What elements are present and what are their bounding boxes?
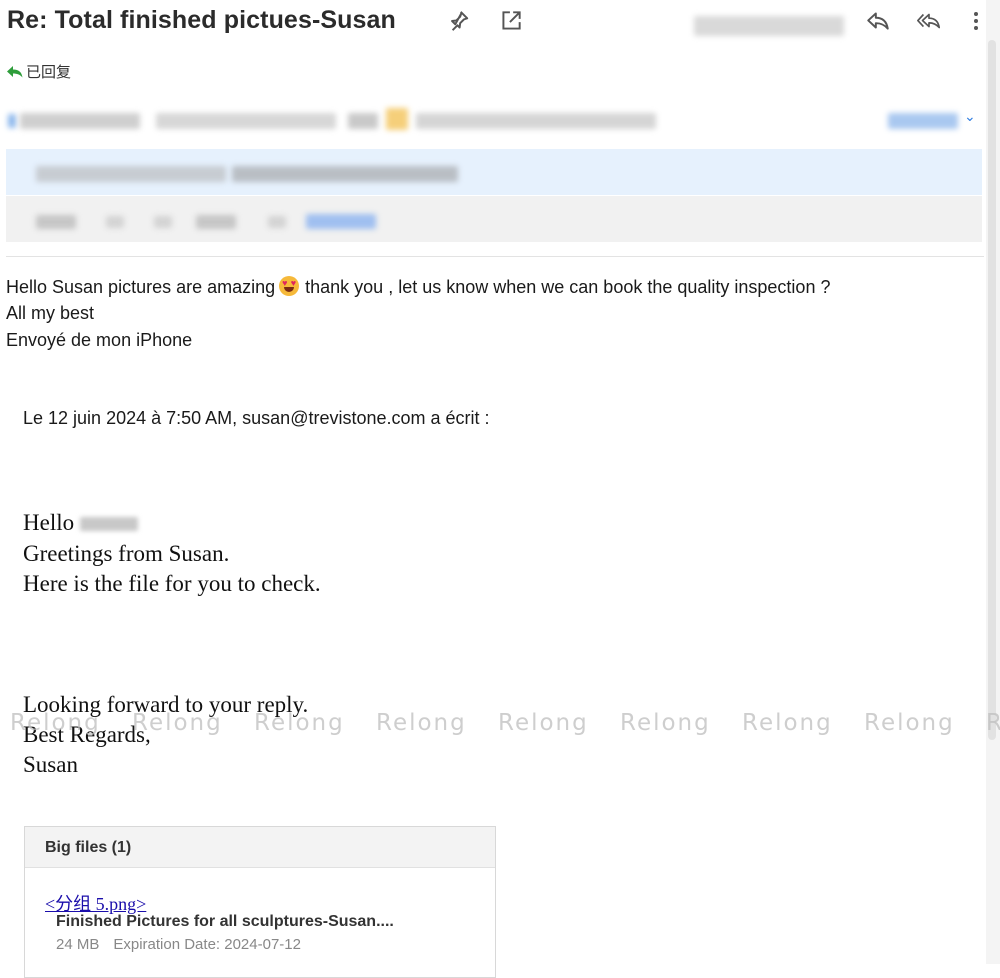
message-line-2: All my best [6, 303, 95, 323]
blurred-meta [106, 216, 124, 228]
replied-status: 已回复 [7, 61, 71, 82]
quoted-line-3: Here is the file for you to check. [23, 571, 321, 596]
attachment-meta: 24 MB Expiration Date: 2024-07-12 [56, 936, 301, 953]
reply-arrow-icon [7, 65, 23, 77]
blurred-meta [268, 216, 286, 228]
blurred-meta-link[interactable] [306, 214, 376, 229]
message-line-1: Hello Susan pictures are amazingthank yo… [6, 276, 830, 298]
blurred-to-list [232, 166, 458, 182]
attachment-file-name[interactable]: Finished Pictures for all sculptures-Sus… [56, 913, 394, 931]
quoted-line-2: Greetings from Susan. [23, 541, 230, 566]
message-line-3: Envoyé de mon iPhone [6, 330, 193, 350]
header-divider [6, 256, 984, 257]
blurred-date [694, 16, 844, 36]
more-button[interactable] [966, 6, 986, 36]
big-files-header: Big files (1) [25, 827, 495, 868]
quoted-line-4: Looking forward to your reply. [23, 692, 309, 717]
blurred-meta [36, 215, 76, 229]
blurred-meta [154, 216, 172, 228]
blurred-to-list [36, 166, 226, 182]
open-external-icon [502, 11, 521, 30]
blurred-meta [196, 215, 236, 229]
attachment-expiration: Expiration Date: 2024-07-12 [113, 936, 301, 953]
message-meta-panel [6, 196, 982, 242]
recipients-panel [6, 149, 982, 195]
open-external-button[interactable] [496, 6, 526, 36]
big-files-title: Big files (1) [45, 839, 132, 856]
quoted-line-5: Best Regards, [23, 722, 151, 747]
replied-label: 已回复 [26, 64, 72, 81]
blurred-sender-email [156, 113, 336, 129]
blurred-flag [386, 108, 408, 130]
scrollbar-thumb[interactable] [988, 40, 996, 740]
pin-button[interactable] [443, 6, 473, 36]
blurred-recipient [416, 113, 656, 129]
email-subject: Re: Total finished pictues-Susan [7, 6, 396, 34]
quoted-signature: Susan [23, 752, 78, 777]
blurred-details-link[interactable] [888, 113, 958, 129]
pin-icon [451, 11, 469, 31]
reply-all-button[interactable] [914, 6, 944, 36]
reply-icon [867, 12, 889, 30]
attachment-size: 24 MB [56, 936, 100, 953]
chevron-down-icon[interactable]: ⌄ [964, 108, 976, 125]
more-vertical-icon [974, 12, 978, 30]
blurred-avatar [8, 114, 16, 128]
quoted-greeting: Hello [23, 510, 138, 536]
quote-header: Le 12 juin 2024 à 7:50 AM, susan@trevist… [23, 408, 490, 428]
blurred-sender-name[interactable] [20, 113, 140, 129]
heart-eyes-emoji-icon [279, 276, 300, 296]
reply-all-icon [917, 13, 941, 29]
blurred-label [348, 113, 378, 129]
big-files-card: Big files (1) <分组 5.png> Finished Pictur… [24, 826, 496, 978]
reply-button[interactable] [863, 6, 893, 36]
blurred-recipient-name [79, 517, 138, 531]
